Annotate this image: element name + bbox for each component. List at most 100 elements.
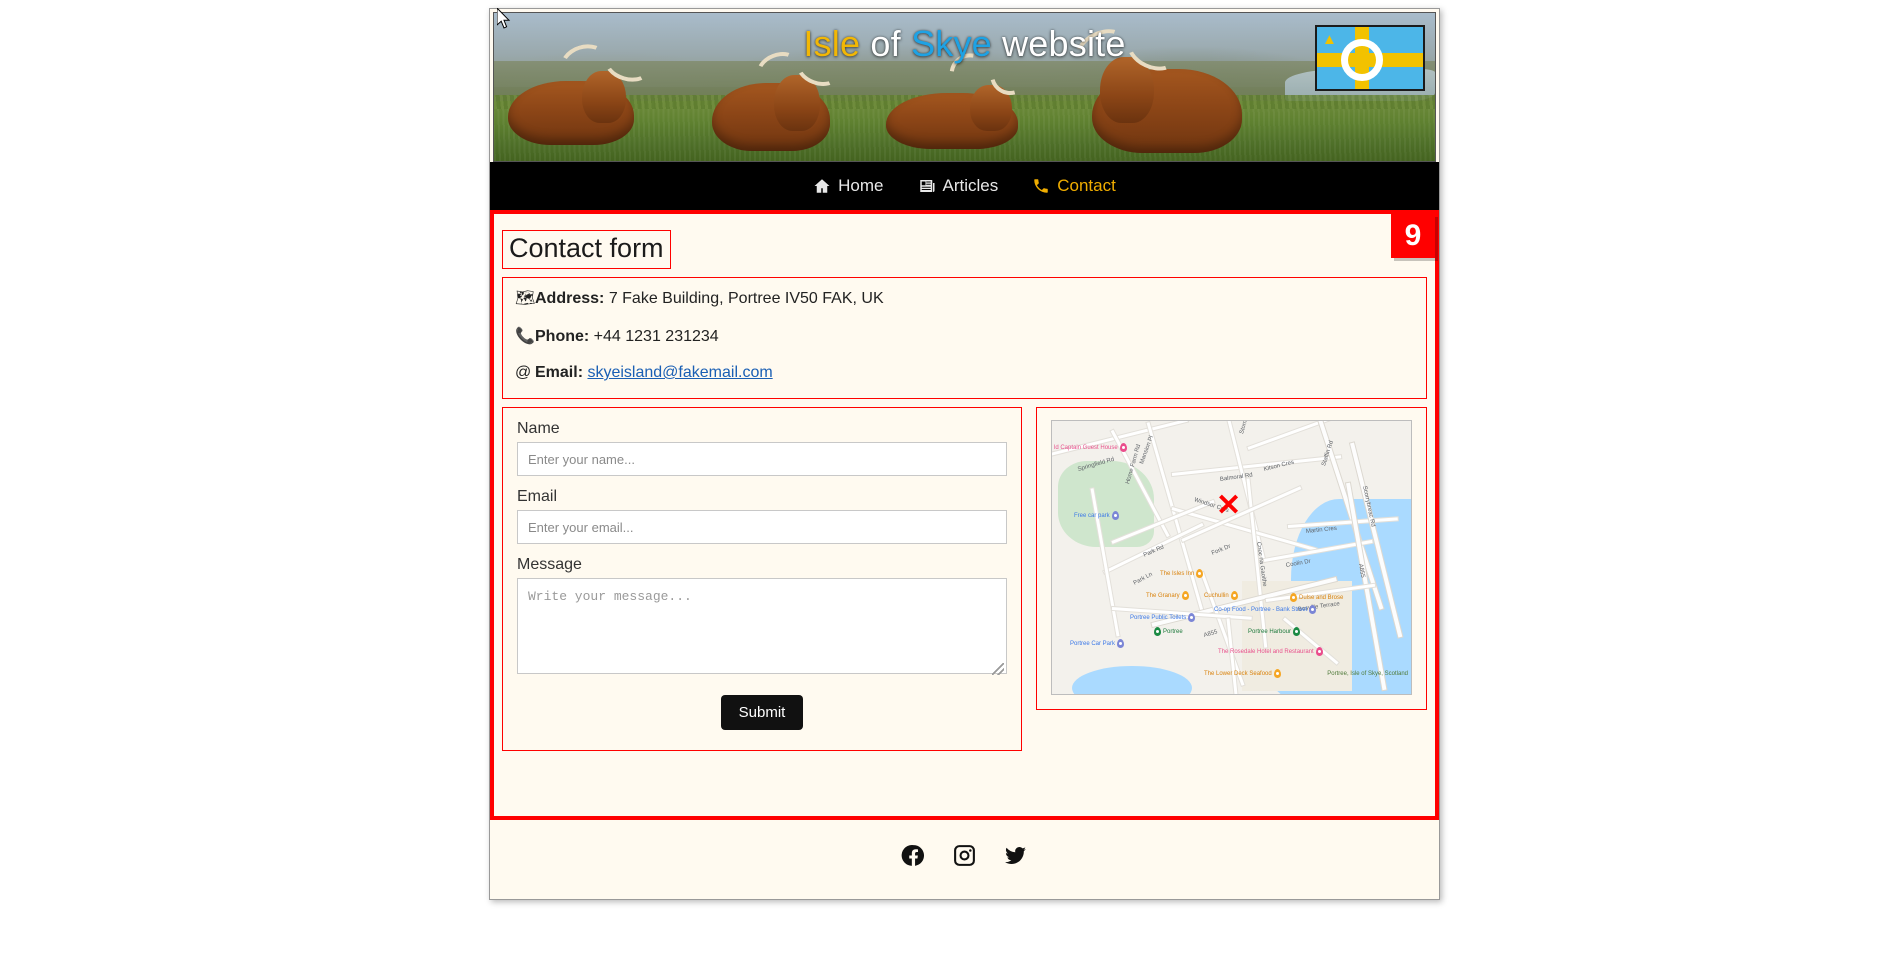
map-poi[interactable]: Free car park bbox=[1074, 511, 1119, 521]
contact-phone-label: Phone: bbox=[535, 328, 590, 346]
map-road bbox=[1146, 422, 1205, 616]
map-poi[interactable]: Cuchullin bbox=[1204, 591, 1238, 601]
newspaper-icon bbox=[918, 177, 936, 195]
content-columns: Name Email Message Submit bbox=[502, 407, 1427, 752]
name-input[interactable] bbox=[517, 442, 1007, 477]
map-poi-label: Co-op Food - Portree - Bank Street bbox=[1214, 606, 1308, 613]
banner-title-of: of bbox=[860, 23, 912, 64]
green-space bbox=[1058, 461, 1154, 548]
map-road-label: Mansion Pl bbox=[1139, 435, 1155, 466]
map-poi[interactable]: Portree Public Toilets bbox=[1130, 613, 1196, 623]
map-poi[interactable]: The Isles Inn bbox=[1160, 569, 1204, 579]
map-road bbox=[1226, 618, 1238, 695]
nav-label-articles: Articles bbox=[942, 176, 999, 195]
submit-button[interactable]: Submit bbox=[720, 695, 804, 731]
message-textarea[interactable] bbox=[517, 578, 1007, 675]
map-icon: 🗺 bbox=[515, 290, 536, 308]
at-icon: @ bbox=[515, 364, 532, 382]
map-pin-icon bbox=[1273, 669, 1281, 679]
contact-email-row: @ Email: skyeisland@fakemail.com bbox=[515, 364, 1414, 382]
longship-icon: ▲ bbox=[1322, 31, 1337, 48]
banner-title-website: website bbox=[991, 23, 1126, 64]
nav-item-contact[interactable]: Contact bbox=[1032, 176, 1116, 196]
map-poi[interactable]: Portree Harbour bbox=[1248, 627, 1301, 637]
map-poi-label: The Rosedale Hotel and Restaurant bbox=[1218, 648, 1314, 655]
map-poi-label: The Granary bbox=[1146, 592, 1180, 599]
name-label: Name bbox=[517, 420, 560, 438]
map-poi-label: Cuchullin bbox=[1204, 592, 1229, 599]
map-poi[interactable]: ld Captain Guest House bbox=[1054, 443, 1127, 453]
contact-address-row: 🗺Address: 7 Fake Building, Portree IV50 … bbox=[515, 288, 1414, 308]
screen: Isle of Skye website ▲ Home Articles Con… bbox=[0, 0, 1903, 955]
map-poi-label: The Isles Inn bbox=[1160, 570, 1195, 577]
map-poi-label: Portree Harbour bbox=[1248, 628, 1292, 635]
contact-phone-row: 📞Phone: +44 1231 231234 bbox=[515, 326, 1414, 346]
isle-of-skye-flag-icon: ▲ bbox=[1315, 25, 1425, 91]
map-poi-label: ld Captain Guest House bbox=[1054, 444, 1118, 451]
home-icon bbox=[813, 177, 831, 195]
nav-label-home: Home bbox=[838, 176, 884, 195]
twitter-icon bbox=[1005, 847, 1026, 864]
banner-title-skye: Skye bbox=[911, 23, 992, 64]
map-road-label: A855 bbox=[1203, 629, 1219, 639]
main-navigation: Home Articles Contact bbox=[490, 162, 1439, 210]
instagram-icon bbox=[954, 845, 975, 866]
map-poi[interactable]: Dulse and Brose bbox=[1290, 593, 1344, 603]
map-poi-label: Portree Public Toilets bbox=[1130, 614, 1187, 621]
site-footer bbox=[490, 820, 1439, 896]
map-pin-icon bbox=[1181, 591, 1189, 601]
map-pin-icon bbox=[1119, 443, 1127, 453]
facebook-link[interactable] bbox=[901, 843, 926, 873]
map-poi[interactable]: Portree Car Park bbox=[1070, 639, 1125, 649]
nav-label-contact: Contact bbox=[1057, 176, 1116, 195]
map-attribution: Portree, Isle of Skye, Scotland bbox=[1327, 670, 1408, 677]
web-page: Isle of Skye website ▲ Home Articles Con… bbox=[489, 8, 1440, 900]
map-poi-label: Portree Car Park bbox=[1070, 640, 1116, 647]
map-pin-icon bbox=[1315, 647, 1323, 657]
nav-item-articles[interactable]: Articles bbox=[918, 176, 999, 196]
main-content-annotation: 9 Contact form 🗺Address: 7 Fake Building… bbox=[490, 210, 1439, 820]
map-pin-icon bbox=[1117, 639, 1125, 649]
annotation-badge: 9 bbox=[1391, 214, 1435, 258]
map-poi[interactable]: The Lower Deck Seafood bbox=[1204, 669, 1281, 679]
page-title: Contact form bbox=[502, 230, 671, 270]
map-poi[interactable]: The Granary bbox=[1146, 591, 1189, 601]
map-road bbox=[1171, 455, 1342, 477]
map-poi-label: Free car park bbox=[1074, 512, 1110, 519]
contact-phone-value: +44 1231 231234 bbox=[593, 328, 719, 346]
contact-address-value: 7 Fake Building, Portree IV50 FAK, UK bbox=[608, 290, 884, 308]
message-label: Message bbox=[517, 556, 582, 574]
twitter-link[interactable] bbox=[1003, 843, 1028, 873]
facebook-icon bbox=[901, 844, 925, 866]
email-input[interactable] bbox=[517, 510, 1007, 545]
banner-title-isle: Isle bbox=[803, 23, 861, 64]
map-pin-icon bbox=[1290, 593, 1297, 603]
banner-title: Isle of Skye website bbox=[494, 23, 1435, 65]
map-road-label: Stormy Hill Rd bbox=[1239, 421, 1255, 435]
nav-item-home[interactable]: Home bbox=[813, 176, 884, 196]
map-poi-label: Dulse and Brose bbox=[1299, 594, 1344, 601]
phone-icon: 📞 bbox=[515, 328, 535, 346]
map-road bbox=[1247, 421, 1362, 450]
red-x-marker: ✕ bbox=[1216, 489, 1242, 523]
contact-form-annotation: Name Email Message Submit bbox=[502, 407, 1022, 752]
map-poi-label: Portree bbox=[1163, 628, 1183, 635]
map-poi[interactable]: Co-op Food - Portree - Bank Street bbox=[1214, 605, 1317, 615]
contact-address-label: Address: bbox=[535, 290, 605, 308]
map-poi[interactable]: Portree bbox=[1154, 627, 1183, 637]
contact-email-label: Email: bbox=[535, 364, 584, 382]
phone-icon bbox=[1032, 177, 1050, 195]
instagram-link[interactable] bbox=[952, 843, 977, 873]
map-road-label: Park Ln bbox=[1132, 571, 1154, 587]
map-pin-icon bbox=[1230, 591, 1238, 601]
map-pin-icon bbox=[1154, 627, 1161, 637]
contact-details: 🗺Address: 7 Fake Building, Portree IV50 … bbox=[502, 277, 1427, 400]
location-map[interactable]: Springfield Rd Mansion Pl Home Farm Rd Balm… bbox=[1051, 420, 1412, 696]
map-poi[interactable]: The Rosedale Hotel and Restaurant bbox=[1218, 647, 1323, 657]
map-road bbox=[1052, 421, 1188, 459]
contact-email-link[interactable]: skyeisland@fakemail.com bbox=[587, 364, 772, 381]
map-pin-icon bbox=[1196, 569, 1204, 579]
water-body bbox=[1072, 666, 1192, 695]
map-pin-icon bbox=[1309, 605, 1317, 615]
map-poi-label: The Lower Deck Seafood bbox=[1204, 670, 1272, 677]
